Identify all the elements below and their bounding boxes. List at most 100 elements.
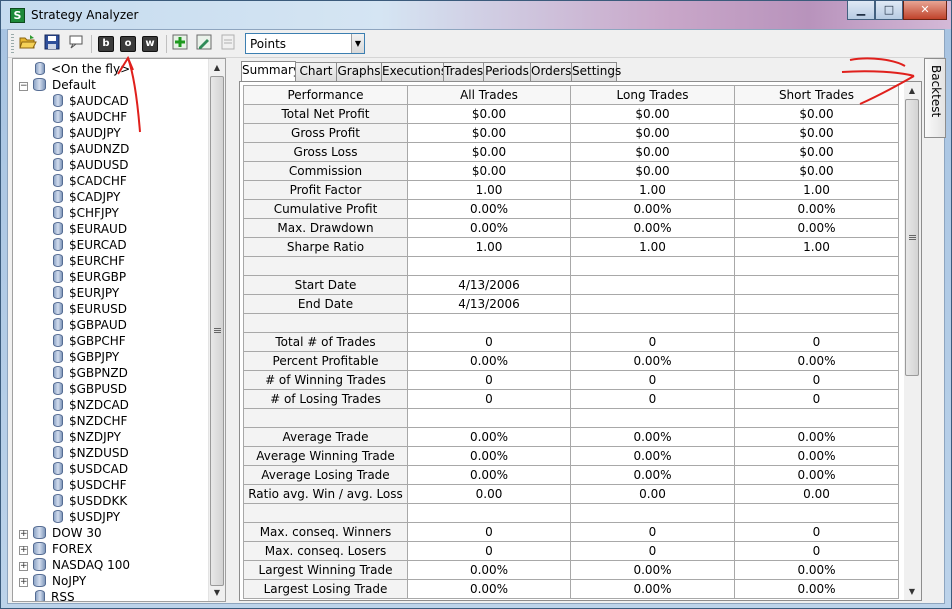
instrument-icon xyxy=(53,158,63,171)
table-cell: 0 xyxy=(570,522,735,542)
tree-item[interactable]: $AUDNZD xyxy=(53,141,129,157)
expand-icon[interactable]: + xyxy=(19,546,28,555)
delete-icon[interactable] xyxy=(218,34,238,54)
collapse-icon[interactable]: − xyxy=(19,82,28,91)
table-row: Gross Profit $0.00 $0.00 $0.00 xyxy=(243,123,899,143)
tree-item[interactable]: $AUDCAD xyxy=(53,93,129,109)
comment-icon[interactable] xyxy=(66,34,86,54)
tree-item-label: NoJPY xyxy=(52,574,87,588)
tree-item[interactable]: $GBPJPY xyxy=(53,349,119,365)
scroll-down-icon[interactable]: ▼ xyxy=(209,584,225,601)
tree-item[interactable]: $CHFJPY xyxy=(53,205,119,221)
scroll-up-icon[interactable]: ▲ xyxy=(209,59,225,76)
tab-chart[interactable]: Chart xyxy=(295,62,337,81)
tab-executions[interactable]: Executions xyxy=(381,62,447,81)
tree-item-label: $CADJPY xyxy=(69,190,121,204)
minimize-button[interactable]: ▁ xyxy=(847,1,875,20)
title-bar[interactable]: S Strategy Analyzer ▁ □ ✕ xyxy=(1,1,951,29)
column-header[interactable]: Long Trades xyxy=(570,85,735,105)
tree-scroll-thumb[interactable] xyxy=(210,76,224,586)
tree-item[interactable]: + FOREX xyxy=(19,541,93,557)
toolbar-grip[interactable] xyxy=(11,34,14,54)
tree-item[interactable]: $EURGBP xyxy=(53,269,126,285)
tree-item[interactable]: RSS xyxy=(35,589,75,601)
table-cell: 0.00% xyxy=(734,446,899,466)
tree-item-label: $GBPJPY xyxy=(69,350,120,364)
tree-item[interactable]: $GBPUSD xyxy=(53,381,127,397)
tree-item[interactable]: $NZDJPY xyxy=(53,429,121,445)
tree-item[interactable]: $NZDCAD xyxy=(53,397,129,413)
tab-orders[interactable]: Orders xyxy=(530,62,572,81)
tree-item[interactable]: $AUDJPY xyxy=(53,125,121,141)
scroll-up-icon[interactable]: ▲ xyxy=(904,82,920,99)
tree-item[interactable]: $EURAUD xyxy=(53,221,127,237)
tree-item[interactable]: $CADJPY xyxy=(53,189,120,205)
open-folder-icon[interactable] xyxy=(18,34,38,54)
tree-item[interactable]: $EURUSD xyxy=(53,301,127,317)
grid-scrollbar[interactable]: ▲ ▼ xyxy=(904,82,921,600)
table-row: Max. Drawdown 0.00% 0.00% 0.00% xyxy=(243,218,899,238)
tree-item[interactable]: <On the fly> xyxy=(35,61,130,77)
instrument-icon xyxy=(53,270,63,283)
units-dropdown[interactable]: Points ▼ xyxy=(245,33,365,54)
b-icon[interactable]: b xyxy=(98,36,114,52)
tree-item[interactable]: $NZDUSD xyxy=(53,445,129,461)
expand-icon[interactable]: + xyxy=(19,562,28,571)
close-button[interactable]: ✕ xyxy=(903,1,947,20)
tree-item[interactable]: $EURCAD xyxy=(53,237,127,253)
table-cell xyxy=(407,256,571,276)
tree-item-label: Default xyxy=(52,78,96,92)
table-cell: 0.00% xyxy=(734,465,899,485)
tree-item-label: $AUDUSD xyxy=(69,158,129,172)
scroll-down-icon[interactable]: ▼ xyxy=(904,583,920,600)
tree-item[interactable]: $GBPNZD xyxy=(53,365,128,381)
grid-scroll-thumb[interactable] xyxy=(905,99,919,376)
tree-item[interactable]: $USDCAD xyxy=(53,461,128,477)
maximize-button[interactable]: □ xyxy=(875,1,903,20)
tree-item[interactable]: $EURCHF xyxy=(53,253,125,269)
tree-item[interactable]: $CADCHF xyxy=(53,173,127,189)
table-cell: 0.00 xyxy=(734,484,899,504)
tab-graphs[interactable]: Graphs xyxy=(336,62,382,81)
instrument-list-icon xyxy=(33,558,46,571)
tree-item[interactable]: $AUDUSD xyxy=(53,157,129,173)
w-icon[interactable]: w xyxy=(142,36,158,52)
tree-item[interactable]: + NoJPY xyxy=(19,573,86,589)
tab-settings[interactable]: Settings xyxy=(571,62,621,81)
tree-item[interactable]: − Default xyxy=(19,77,96,93)
row-label: Max. conseq. Winners xyxy=(243,522,408,542)
table-cell: 0.00% xyxy=(570,218,735,238)
tab-periods[interactable]: Periods xyxy=(483,62,531,81)
tree-item[interactable]: $NZDCHF xyxy=(53,413,127,429)
tree-item[interactable]: $EURJPY xyxy=(53,285,119,301)
tab-trades[interactable]: Trades xyxy=(443,62,484,81)
tree-item[interactable]: $USDJPY xyxy=(53,509,120,525)
instrument-tree[interactable]: <On the fly> − Default $AUDCAD $AUDCHF $AUDJP… xyxy=(12,58,226,602)
instrument-icon xyxy=(53,222,63,235)
edit-icon[interactable] xyxy=(194,34,214,54)
tree-item[interactable]: + NASDAQ 100 xyxy=(19,557,130,573)
column-header[interactable]: All Trades xyxy=(407,85,571,105)
tree-item[interactable]: $GBPCHF xyxy=(53,333,126,349)
tree-scrollbar[interactable]: ▲ ▼ xyxy=(208,59,225,601)
chevron-down-icon[interactable]: ▼ xyxy=(351,34,364,53)
o-icon[interactable]: o xyxy=(120,36,136,52)
expand-icon[interactable]: + xyxy=(19,530,28,539)
tree-item-label: <On the fly> xyxy=(51,62,131,76)
row-label: Sharpe Ratio xyxy=(243,237,408,257)
save-icon[interactable] xyxy=(42,34,62,54)
add-icon[interactable] xyxy=(170,34,190,54)
expand-icon[interactable]: + xyxy=(19,578,28,587)
column-header[interactable]: Short Trades xyxy=(734,85,899,105)
instrument-icon xyxy=(53,366,63,379)
tab-summary[interactable]: Summary xyxy=(241,61,300,82)
column-header[interactable]: Performance xyxy=(243,85,408,105)
tree-item[interactable]: $GBPAUD xyxy=(53,317,127,333)
toolbar: b o w Points ▼ xyxy=(8,30,944,58)
tree-item[interactable]: $AUDCHF xyxy=(53,109,127,125)
tree-item[interactable]: $USDCHF xyxy=(53,477,127,493)
backtest-side-tab[interactable]: Backtest xyxy=(924,58,946,138)
tree-item[interactable]: + DOW 30 xyxy=(19,525,102,541)
tree-item-label: $EURGBP xyxy=(69,270,127,284)
tree-item[interactable]: $USDDKK xyxy=(53,493,127,509)
